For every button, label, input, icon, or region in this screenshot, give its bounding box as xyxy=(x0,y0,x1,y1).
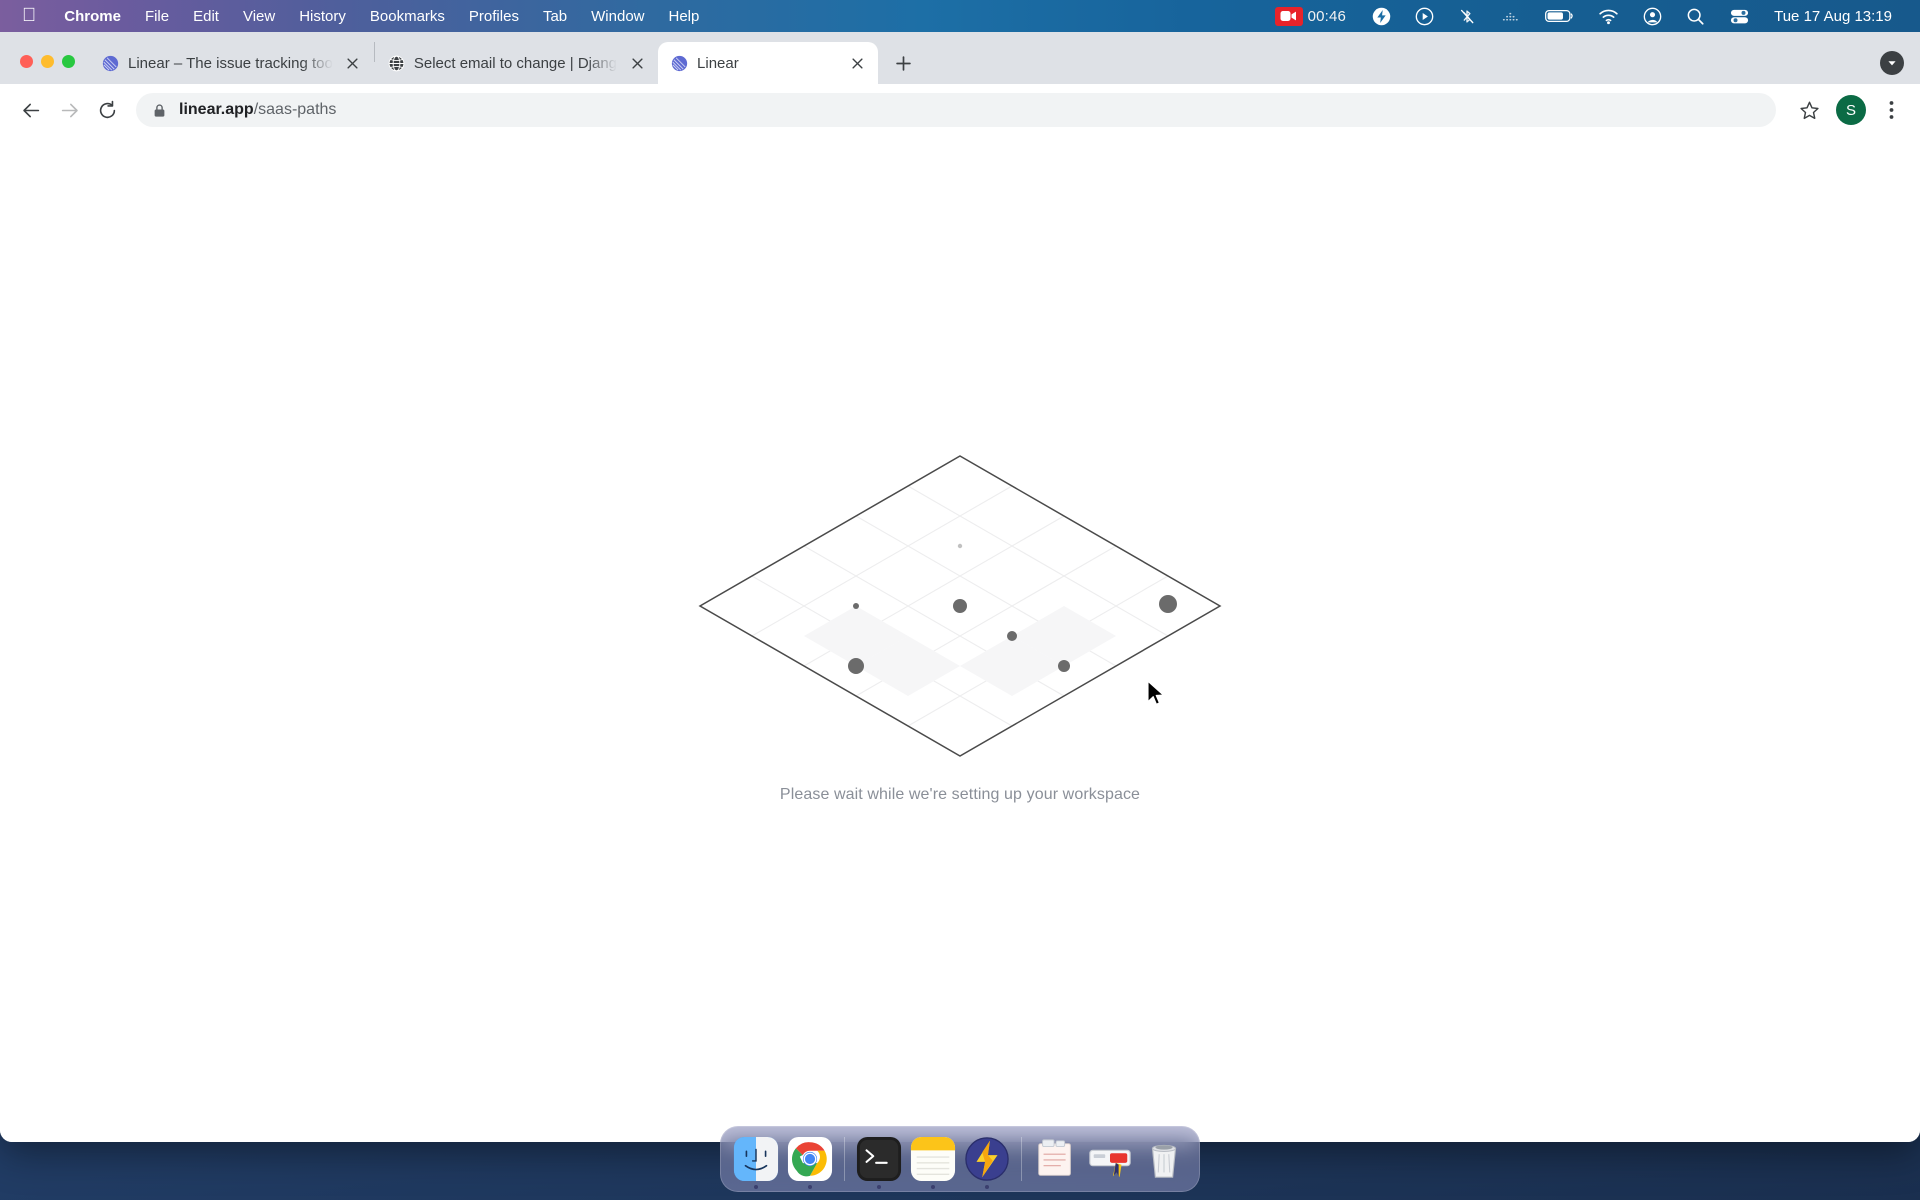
dock-divider xyxy=(1021,1137,1022,1181)
isometric-grid-loader-icon xyxy=(698,455,1222,757)
trash-icon xyxy=(1151,1144,1177,1178)
control-center-icon[interactable] xyxy=(1717,7,1762,26)
kebab-menu-icon[interactable] xyxy=(1876,93,1906,127)
macos-dock xyxy=(720,1126,1200,1192)
screen-recording-indicator[interactable]: 00:46 xyxy=(1265,6,1361,26)
macos-menu-bar:  Chrome File Edit View History Bookmark… xyxy=(0,0,1920,32)
keyboard-brightness-icon[interactable] xyxy=(1488,7,1533,26)
url-text: linear.app/saas-paths xyxy=(179,101,336,119)
dock-item-chrome[interactable] xyxy=(783,1126,837,1192)
running-indicator xyxy=(808,1185,812,1189)
menu-item-tab[interactable]: Tab xyxy=(531,8,579,25)
tab-search-button[interactable] xyxy=(1880,51,1904,75)
linear-logo-icon xyxy=(671,55,688,72)
dock-divider xyxy=(844,1137,845,1181)
menu-item-view[interactable]: View xyxy=(231,8,287,25)
window-controls xyxy=(14,55,89,84)
bluetooth-off-icon[interactable] xyxy=(1446,7,1488,26)
chrome-icon xyxy=(787,1136,833,1182)
running-indicator xyxy=(877,1185,881,1189)
workspace-loader: Please wait while we're setting up your … xyxy=(690,446,1230,804)
record-video-icon xyxy=(1274,6,1303,26)
maximize-window-button[interactable] xyxy=(62,55,75,68)
dock-item-notes[interactable] xyxy=(906,1126,960,1192)
running-indicator xyxy=(754,1185,758,1189)
tab-django-select-email[interactable]: Select email to change | Djang xyxy=(375,42,658,84)
bookmark-star-icon[interactable] xyxy=(1792,93,1826,127)
tab-title: Select email to change | Djang xyxy=(413,54,618,72)
menubar-clock[interactable]: Tue 17 Aug 13:19 xyxy=(1762,8,1906,25)
tab-title: Linear xyxy=(697,54,739,72)
running-indicator xyxy=(931,1185,935,1189)
menu-item-history[interactable]: History xyxy=(287,8,358,25)
menu-item-help[interactable]: Help xyxy=(657,8,712,25)
close-tab-button[interactable] xyxy=(846,52,868,74)
finder-icon xyxy=(733,1136,779,1182)
running-indicator xyxy=(985,1185,989,1189)
dock-item-flash-app[interactable] xyxy=(960,1126,1014,1192)
globe-icon xyxy=(388,55,405,72)
close-tab-button[interactable] xyxy=(626,52,648,74)
close-window-button[interactable] xyxy=(20,55,33,68)
linear-loading-page: Please wait while we're setting up your … xyxy=(0,136,1920,1142)
chevron-down-circle-icon xyxy=(1880,51,1904,75)
address-bar[interactable]: linear.app/saas-paths xyxy=(136,93,1776,127)
menu-item-window[interactable]: Window xyxy=(579,8,656,25)
menu-item-bookmarks[interactable]: Bookmarks xyxy=(358,8,457,25)
tab-strip: Linear – The issue tracking too Select e… xyxy=(0,32,1920,84)
close-tab-button[interactable] xyxy=(342,52,364,74)
battery-icon[interactable] xyxy=(1533,9,1586,23)
dock-item-trash[interactable] xyxy=(1137,1126,1191,1192)
chrome-browser-window: Linear – The issue tracking too Select e… xyxy=(0,32,1920,1142)
reload-button[interactable] xyxy=(90,93,124,127)
notes-icon xyxy=(910,1136,956,1182)
menu-item-chrome[interactable]: Chrome xyxy=(52,8,133,25)
browser-toolbar: linear.app/saas-paths S xyxy=(0,84,1920,136)
screenshot-app-icon xyxy=(1089,1149,1131,1178)
new-tab-button[interactable] xyxy=(886,46,920,80)
loading-message: Please wait while we're setting up your … xyxy=(779,786,1141,803)
dock-item-screenshot-app[interactable] xyxy=(1083,1126,1137,1192)
search-icon[interactable] xyxy=(1674,7,1717,26)
dock-item-terminal[interactable] xyxy=(852,1126,906,1192)
linear-logo-icon xyxy=(102,55,119,72)
user-circle-icon[interactable] xyxy=(1631,7,1674,26)
recording-timer: 00:46 xyxy=(1307,7,1347,25)
menu-item-file[interactable]: File xyxy=(133,8,181,25)
terminal-icon xyxy=(856,1136,902,1182)
menu-item-profiles[interactable]: Profiles xyxy=(457,8,531,25)
stickies-icon xyxy=(1038,1139,1071,1176)
menu-item-edit[interactable]: Edit xyxy=(181,8,231,25)
url-domain: linear.app xyxy=(179,101,254,118)
url-path: /saas-paths xyxy=(253,101,337,118)
lock-icon xyxy=(152,103,167,118)
forward-button[interactable] xyxy=(52,93,86,127)
minimize-window-button[interactable] xyxy=(41,55,54,68)
tab-linear-issue-tracking[interactable]: Linear – The issue tracking too xyxy=(89,42,374,84)
wifi-icon[interactable] xyxy=(1586,8,1631,25)
tab-title: Linear – The issue tracking too xyxy=(128,54,333,72)
tab-linear-active[interactable]: Linear xyxy=(658,42,879,84)
apple-logo-icon[interactable]:  xyxy=(0,6,52,25)
dock-item-finder[interactable] xyxy=(729,1126,783,1192)
flash-app-icon xyxy=(965,1137,1009,1181)
play-circle-icon[interactable] xyxy=(1403,7,1446,26)
bolt-circle-icon[interactable] xyxy=(1360,7,1403,26)
back-button[interactable] xyxy=(14,93,48,127)
dock-item-stickies[interactable] xyxy=(1029,1126,1083,1192)
profile-avatar[interactable]: S xyxy=(1836,95,1866,125)
